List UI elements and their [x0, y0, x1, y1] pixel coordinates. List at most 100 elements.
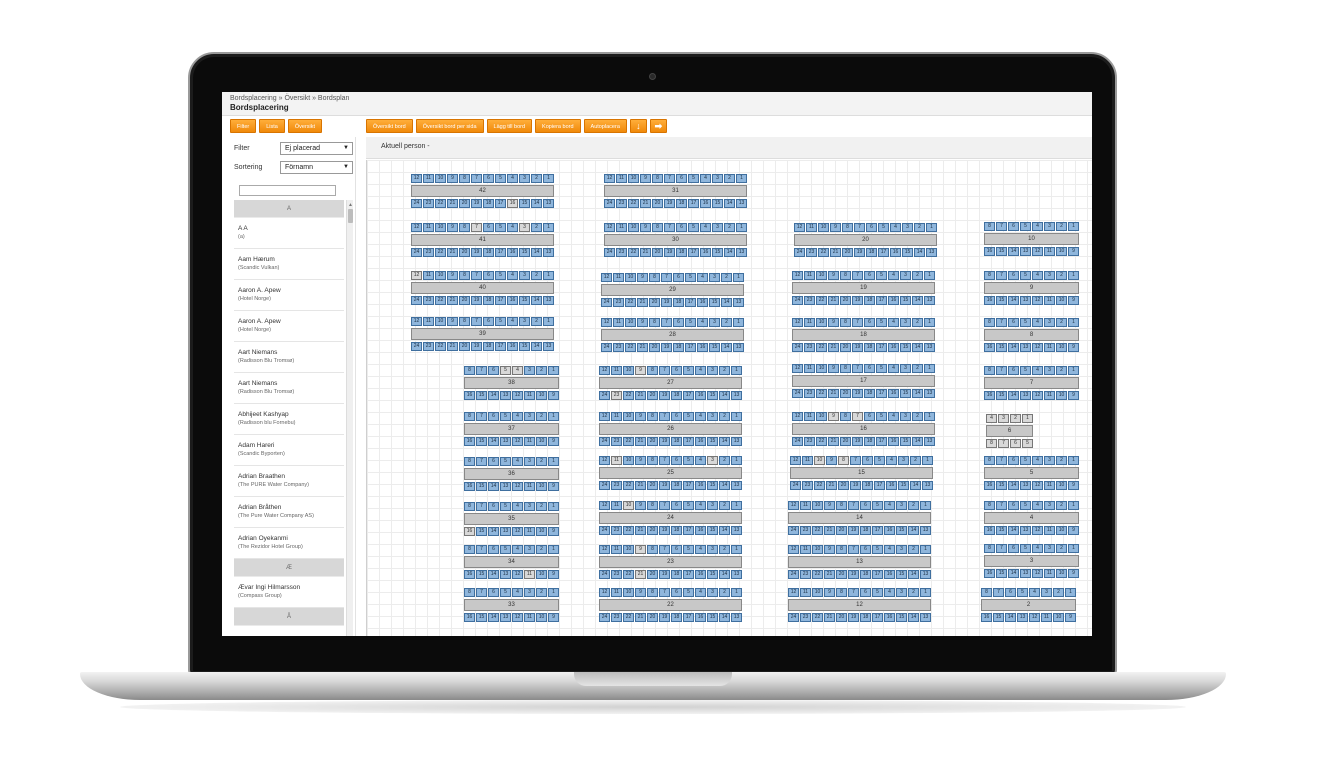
- seat[interactable]: 2: [536, 366, 547, 375]
- seat[interactable]: 14: [908, 570, 919, 579]
- seat[interactable]: 19: [661, 343, 672, 352]
- seat[interactable]: 24: [599, 391, 610, 400]
- seat[interactable]: 4: [888, 412, 899, 421]
- seat[interactable]: 4: [695, 412, 706, 421]
- seat[interactable]: 14: [908, 613, 919, 622]
- seat[interactable]: 8: [464, 588, 475, 597]
- table-19[interactable]: 12 11 10 9 8 7 6 5 4 3 2 1 19 24 23 22 21 20 19 18 17 16 15 14 1…: [792, 271, 935, 305]
- seat[interactable]: 1: [733, 273, 744, 282]
- seat[interactable]: 12: [1029, 613, 1040, 622]
- seat[interactable]: 11: [611, 588, 622, 597]
- seat[interactable]: 11: [1044, 247, 1055, 256]
- seat[interactable]: 21: [635, 526, 646, 535]
- table-4[interactable]: 8 7 6 5 4 3 2 1 4 16 15 14 13 12 11 10 9: [984, 501, 1079, 535]
- table-label[interactable]: 33: [464, 599, 559, 611]
- seat[interactable]: 10: [625, 318, 636, 327]
- seat[interactable]: 2: [724, 174, 735, 183]
- seat[interactable]: 23: [611, 613, 622, 622]
- seat[interactable]: 9: [824, 501, 835, 510]
- seat[interactable]: 19: [852, 296, 863, 305]
- seat[interactable]: 21: [635, 437, 646, 446]
- seat[interactable]: 4: [695, 366, 706, 375]
- seat[interactable]: 23: [423, 199, 434, 208]
- seat[interactable]: 7: [471, 223, 482, 232]
- seat[interactable]: 3: [524, 412, 535, 421]
- seat[interactable]: 12: [512, 437, 523, 446]
- seat[interactable]: 7: [471, 271, 482, 280]
- seat[interactable]: 4: [884, 501, 895, 510]
- seat[interactable]: 6: [864, 412, 875, 421]
- seat[interactable]: 11: [806, 223, 817, 232]
- seat[interactable]: 15: [996, 343, 1007, 352]
- seat[interactable]: 23: [423, 296, 434, 305]
- seat[interactable]: 6: [671, 456, 682, 465]
- table-24[interactable]: 12 11 10 9 8 7 6 5 4 3 2 1 24 24 23 22 21 20 19 18 17 16 15 14 1…: [599, 501, 742, 535]
- seat[interactable]: 14: [721, 343, 732, 352]
- seat[interactable]: 21: [635, 570, 646, 579]
- seat[interactable]: 5: [495, 223, 506, 232]
- overview-tab-button[interactable]: Översikt: [287, 119, 323, 133]
- seat[interactable]: 23: [800, 570, 811, 579]
- seat[interactable]: 16: [464, 613, 475, 622]
- list-item[interactable]: Ævar Ingi Hilmarsson (Compass Group): [234, 577, 344, 608]
- seat[interactable]: 22: [812, 526, 823, 535]
- seat[interactable]: 16: [984, 481, 995, 490]
- add-table-button[interactable]: Lägg till bord: [486, 119, 533, 133]
- seat[interactable]: 14: [719, 613, 730, 622]
- seat[interactable]: 1: [922, 456, 933, 465]
- seat[interactable]: 20: [459, 199, 470, 208]
- seat[interactable]: 13: [924, 437, 935, 446]
- seat[interactable]: 2: [1056, 271, 1067, 280]
- table-37[interactable]: 8 7 6 5 4 3 2 1 37 16 15 14 13 12 11 10 9: [464, 412, 559, 446]
- seat[interactable]: 7: [659, 501, 670, 510]
- seat[interactable]: 10: [1056, 296, 1067, 305]
- seat[interactable]: 20: [652, 199, 663, 208]
- table-40[interactable]: 12 11 10 9 8 7 6 5 4 3 2 1 40 24 23 22 21 20 19 18 17 16 15 14 1…: [411, 271, 554, 305]
- seat[interactable]: 7: [659, 588, 670, 597]
- seat[interactable]: 6: [488, 502, 499, 511]
- table-label[interactable]: 14: [788, 512, 931, 524]
- copy-table-button[interactable]: Kopiera bord: [535, 119, 581, 133]
- seat[interactable]: 14: [719, 481, 730, 490]
- seat[interactable]: 7: [996, 366, 1007, 375]
- seat[interactable]: 20: [647, 526, 658, 535]
- seat[interactable]: 19: [659, 391, 670, 400]
- seat[interactable]: 7: [476, 545, 487, 554]
- list-item[interactable]: Aart Niemans (Radisson Blu Tromsø): [234, 373, 344, 404]
- seat[interactable]: 18: [671, 613, 682, 622]
- seat[interactable]: 18: [671, 391, 682, 400]
- seat[interactable]: 4: [1032, 318, 1043, 327]
- seat[interactable]: 18: [864, 437, 875, 446]
- seat[interactable]: 8: [984, 456, 995, 465]
- seat[interactable]: 4: [888, 318, 899, 327]
- seat[interactable]: 20: [647, 613, 658, 622]
- seat[interactable]: 6: [671, 366, 682, 375]
- seat[interactable]: 24: [599, 570, 610, 579]
- seat[interactable]: 24: [601, 343, 612, 352]
- seat[interactable]: 24: [604, 248, 615, 257]
- seat[interactable]: 6: [673, 273, 684, 282]
- seat[interactable]: 9: [824, 545, 835, 554]
- seat[interactable]: 20: [647, 391, 658, 400]
- seat[interactable]: 3: [900, 318, 911, 327]
- seat[interactable]: 22: [818, 248, 829, 257]
- seat[interactable]: 8: [842, 223, 853, 232]
- seat[interactable]: 9: [1068, 296, 1079, 305]
- seat[interactable]: 14: [724, 199, 735, 208]
- seat[interactable]: 11: [804, 318, 815, 327]
- seat[interactable]: 5: [876, 318, 887, 327]
- seat[interactable]: 21: [828, 437, 839, 446]
- seat[interactable]: 15: [900, 389, 911, 398]
- seat[interactable]: 14: [719, 526, 730, 535]
- seat[interactable]: 17: [683, 613, 694, 622]
- seat[interactable]: 12: [599, 366, 610, 375]
- seat[interactable]: 5: [1020, 456, 1031, 465]
- seat[interactable]: 8: [459, 317, 470, 326]
- seat[interactable]: 6: [673, 318, 684, 327]
- table-16[interactable]: 12 11 10 9 8 7 6 5 4 3 2 1 16 24 23 22 21 20 19 18 17 16 15 14 1…: [792, 412, 935, 446]
- table-label[interactable]: 36: [464, 468, 559, 480]
- seat[interactable]: 17: [683, 391, 694, 400]
- seat[interactable]: 12: [1032, 247, 1043, 256]
- seat[interactable]: 15: [996, 247, 1007, 256]
- seat[interactable]: 11: [1044, 481, 1055, 490]
